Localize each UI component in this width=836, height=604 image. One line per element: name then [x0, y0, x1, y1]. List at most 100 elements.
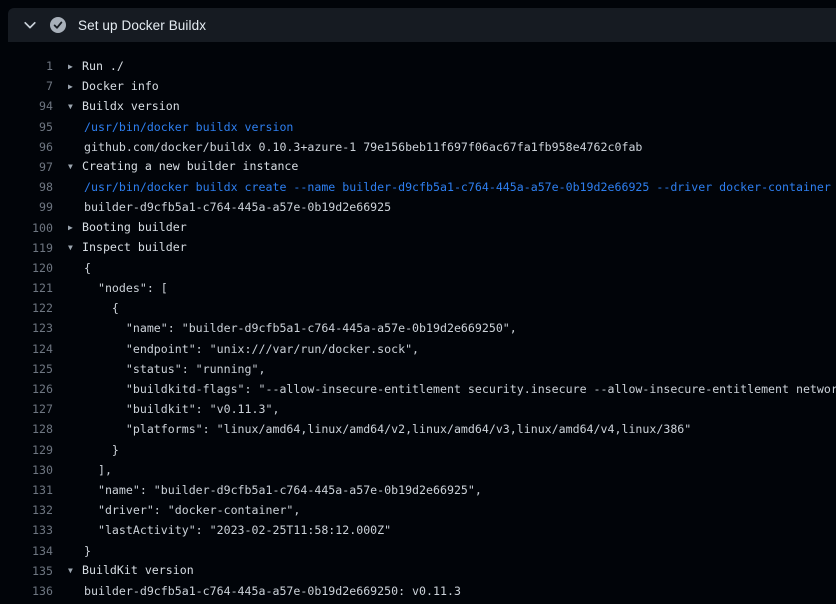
log-line: 123 "name": "builder-d9cfb5a1-c764-445a-… — [0, 318, 836, 338]
log-line: 131 "name": "builder-d9cfb5a1-c764-445a-… — [0, 480, 836, 500]
line-number[interactable]: 134 — [0, 541, 53, 561]
triangle-right-icon: ▶ — [68, 218, 82, 238]
line-number[interactable]: 125 — [0, 359, 53, 379]
log-line: 119 ▼Inspect builder — [0, 238, 836, 258]
output-text: "platforms": "linux/amd64,linux/amd64/v2… — [68, 419, 836, 439]
output-text: { — [68, 258, 836, 278]
group-title: Docker info — [82, 79, 159, 93]
log-line: 125 "status": "running", — [0, 359, 836, 379]
line-number[interactable]: 128 — [0, 419, 53, 439]
log-group-toggle[interactable]: ▼Inspect builder — [68, 237, 836, 258]
log-group-toggle[interactable]: ▶Run ./ — [68, 56, 836, 77]
group-title: Creating a new builder instance — [82, 159, 298, 173]
line-number[interactable]: 7 — [0, 76, 53, 96]
group-title: BuildKit version — [82, 563, 194, 577]
log-line: 124 "endpoint": "unix:///var/run/docker.… — [0, 339, 836, 359]
line-number[interactable]: 94 — [0, 96, 53, 116]
log-line: 122 { — [0, 298, 836, 318]
output-text: "lastActivity": "2023-02-25T11:58:12.000… — [68, 520, 836, 540]
line-number[interactable]: 99 — [0, 197, 53, 217]
line-number[interactable]: 121 — [0, 278, 53, 298]
line-number[interactable]: 96 — [0, 137, 53, 157]
output-text: "name": "builder-d9cfb5a1-c764-445a-a57e… — [68, 318, 836, 338]
triangle-down-icon: ▼ — [68, 238, 82, 258]
line-number[interactable]: 119 — [0, 238, 53, 258]
group-title: Run ./ — [82, 59, 124, 73]
line-number[interactable]: 100 — [0, 218, 53, 238]
log-line: 97 ▼Creating a new builder instance — [0, 157, 836, 177]
chevron-down-icon[interactable] — [22, 17, 38, 33]
output-text: } — [68, 440, 836, 460]
log-group-toggle[interactable]: ▼Buildx version — [68, 96, 836, 117]
step-header[interactable]: Set up Docker Buildx — [8, 8, 836, 42]
log-group-toggle[interactable]: ▶Docker info — [68, 76, 836, 97]
line-number[interactable]: 129 — [0, 440, 53, 460]
line-number[interactable]: 135 — [0, 561, 53, 581]
group-title: Booting builder — [82, 220, 187, 234]
line-number[interactable]: 132 — [0, 500, 53, 520]
output-text: { — [68, 298, 836, 318]
line-number[interactable]: 1 — [0, 56, 53, 76]
log-group-toggle[interactable]: ▶Booting builder — [68, 217, 836, 238]
line-number[interactable]: 124 — [0, 339, 53, 359]
log-line: 95/usr/bin/docker buildx version — [0, 117, 836, 137]
triangle-down-icon: ▼ — [68, 157, 82, 177]
log-line: 94 ▼Buildx version — [0, 96, 836, 116]
log-line: 130 ], — [0, 460, 836, 480]
output-text: builder-d9cfb5a1-c764-445a-a57e-0b19d2e6… — [68, 197, 836, 217]
log-lines: 1▶Run ./7▶Docker info94▼Buildx version95… — [0, 42, 836, 601]
step-title: Set up Docker Buildx — [78, 18, 206, 33]
check-circle-icon — [50, 17, 66, 33]
line-number[interactable]: 122 — [0, 298, 53, 318]
output-text: } — [68, 541, 836, 561]
line-number[interactable]: 126 — [0, 379, 53, 399]
output-text: "endpoint": "unix:///var/run/docker.sock… — [68, 339, 836, 359]
line-number[interactable]: 123 — [0, 318, 53, 338]
log-line: 99 builder-d9cfb5a1-c764-445a-a57e-0b19d2… — [0, 197, 836, 217]
log-line: 96 github.com/docker/buildx 0.10.3+azure-… — [0, 137, 836, 157]
line-number[interactable]: 97 — [0, 157, 53, 177]
log-line: 128 "platforms": "linux/amd64,linux/amd6… — [0, 419, 836, 439]
log-line: 132 "driver": "docker-container", — [0, 500, 836, 520]
line-number[interactable]: 95 — [0, 117, 53, 137]
line-number[interactable]: 131 — [0, 480, 53, 500]
log-line: 126 "buildkitd-flags": "--allow-insecure… — [0, 379, 836, 399]
line-number[interactable]: 130 — [0, 460, 53, 480]
group-title: Inspect builder — [82, 240, 187, 254]
output-text: builder-d9cfb5a1-c764-445a-a57e-0b19d2e6… — [68, 581, 836, 601]
output-text: "nodes": [ — [68, 278, 836, 298]
output-text: github.com/docker/buildx 0.10.3+azure-1 … — [68, 137, 836, 157]
output-text: "name": "builder-d9cfb5a1-c764-445a-a57e… — [68, 480, 836, 500]
triangle-down-icon: ▼ — [68, 561, 82, 581]
command-text: /usr/bin/docker buildx version — [68, 117, 836, 137]
log-line: 127 "buildkit": "v0.11.3", — [0, 399, 836, 419]
line-number[interactable]: 98 — [0, 177, 53, 197]
command-text: /usr/bin/docker buildx create --name bui… — [68, 177, 836, 197]
log-group-toggle[interactable]: ▼Creating a new builder instance — [68, 156, 836, 177]
log-line: 135 ▼BuildKit version — [0, 561, 836, 581]
line-number[interactable]: 120 — [0, 258, 53, 278]
log-line: 133 "lastActivity": "2023-02-25T11:58:12… — [0, 520, 836, 540]
log-line: 120 { — [0, 258, 836, 278]
log-line: 7 ▶Docker info — [0, 76, 836, 96]
log-line: 100 ▶Booting builder — [0, 218, 836, 238]
output-text: "buildkit": "v0.11.3", — [68, 399, 836, 419]
log-group-toggle[interactable]: ▼BuildKit version — [68, 560, 836, 581]
log-line: 129 } — [0, 440, 836, 460]
triangle-right-icon: ▶ — [68, 77, 82, 97]
line-number[interactable]: 133 — [0, 520, 53, 540]
group-title: Buildx version — [82, 99, 180, 113]
log-line: 136 builder-d9cfb5a1-c764-445a-a57e-0b19d… — [0, 581, 836, 601]
line-number[interactable]: 127 — [0, 399, 53, 419]
log-line: 134} — [0, 541, 836, 561]
log-line: 121 "nodes": [ — [0, 278, 836, 298]
output-text: "buildkitd-flags": "--allow-insecure-ent… — [68, 379, 836, 399]
log-line: 1 ▶Run ./ — [0, 56, 836, 76]
log-line: 98/usr/bin/docker buildx create --name b… — [0, 177, 836, 197]
line-number[interactable]: 136 — [0, 581, 53, 601]
triangle-right-icon: ▶ — [68, 57, 82, 77]
output-text: "status": "running", — [68, 359, 836, 379]
triangle-down-icon: ▼ — [68, 97, 82, 117]
output-text: ], — [68, 460, 836, 480]
output-text: "driver": "docker-container", — [68, 500, 836, 520]
